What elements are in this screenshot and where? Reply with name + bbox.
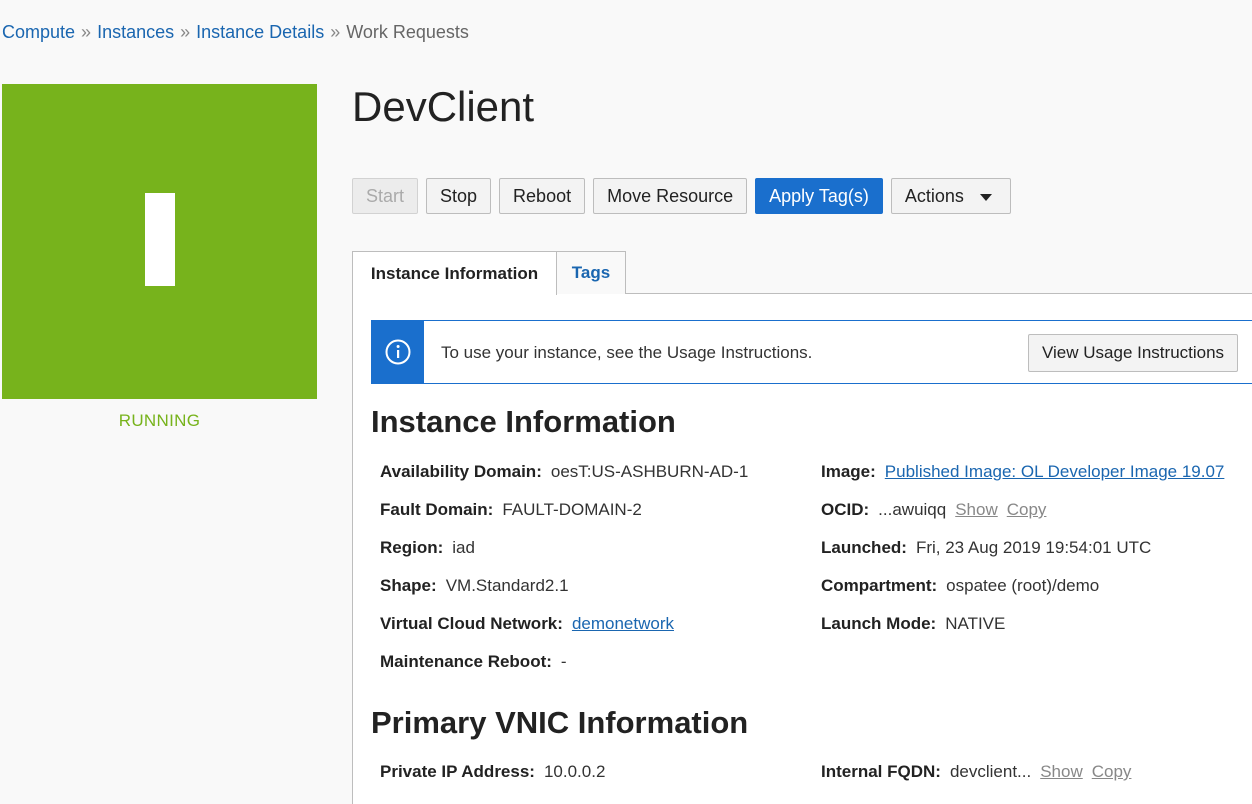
field-value: ...awuiqq (878, 500, 947, 519)
fqdn-show-link[interactable]: Show (1040, 762, 1083, 781)
breadcrumb-separator: » (81, 22, 92, 42)
tab-instance-information[interactable]: Instance Information (352, 251, 557, 295)
field-label: Maintenance Reboot: (380, 652, 552, 671)
tab-tags[interactable]: Tags (557, 251, 626, 294)
view-usage-instructions-button[interactable]: View Usage Instructions (1028, 334, 1239, 372)
actions-label: Actions (904, 185, 964, 206)
image-field: Image: Published Image: OL Developer Imag… (821, 462, 1224, 482)
breadcrumb-instances[interactable]: Instances (97, 22, 174, 42)
field-label: OCID: (821, 500, 870, 519)
field-value: oesT:US-ASHBURN-AD-1 (550, 462, 749, 481)
region-field: Region: iad (380, 538, 475, 558)
ocid-show-link[interactable]: Show (955, 500, 998, 519)
launched-field: Launched: Fri, 23 Aug 2019 19:54:01 UTC (821, 538, 1151, 558)
instance-information-heading: Instance Information (371, 404, 676, 439)
private-ip-field: Private IP Address: 10.0.0.2 (380, 762, 605, 782)
banner-icon-box (372, 321, 424, 383)
fault-domain-field: Fault Domain: FAULT-DOMAIN-2 (380, 500, 642, 520)
instance-status-tile (2, 84, 317, 399)
actions-dropdown[interactable]: Actions (890, 178, 1011, 214)
reboot-button[interactable]: Reboot (499, 178, 586, 214)
breadcrumb-separator: » (330, 22, 341, 42)
shape-field: Shape: VM.Standard2.1 (380, 576, 569, 596)
caret-down-icon (979, 193, 992, 201)
field-value: ospatee (root)/demo (946, 576, 1100, 595)
field-label: Region: (380, 538, 444, 557)
field-value: iad (452, 538, 475, 557)
status-label: RUNNING (118, 411, 201, 430)
launch-mode-field: Launch Mode: NATIVE (821, 614, 1005, 634)
apply-tags-button[interactable]: Apply Tag(s) (755, 178, 883, 214)
field-label: Launched: (821, 538, 907, 557)
breadcrumb: Compute» Instances» Instance Details» Work … (2, 22, 469, 43)
field-value: NATIVE (945, 614, 1006, 633)
action-toolbar: Start Stop Reboot Move Resource Apply Ta… (352, 178, 1011, 214)
instance-glyph-icon (145, 193, 175, 286)
move-resource-button[interactable]: Move Resource (593, 178, 748, 214)
compartment-field: Compartment: ospatee (root)/demo (821, 576, 1099, 596)
maintenance-reboot-field: Maintenance Reboot: - (380, 652, 567, 672)
vcn-link[interactable]: demonetwork (572, 614, 674, 633)
field-label: Image: (821, 462, 876, 481)
ocid-field: OCID: ...awuiqq Show Copy (821, 500, 1046, 520)
field-value: 10.0.0.2 (543, 762, 606, 781)
field-value: devclient... (949, 762, 1032, 781)
field-label: Internal FQDN: (821, 762, 941, 781)
field-value: FAULT-DOMAIN-2 (502, 500, 642, 519)
field-value: VM.Standard2.1 (445, 576, 569, 595)
ocid-copy-link[interactable]: Copy (1007, 500, 1047, 519)
field-label: Shape: (380, 576, 437, 595)
breadcrumb-instance-details[interactable]: Instance Details (196, 22, 324, 42)
vcn-field: Virtual Cloud Network: demonetwork (380, 614, 674, 634)
field-label: Fault Domain: (380, 500, 494, 519)
stop-button[interactable]: Stop (426, 178, 492, 214)
breadcrumb-separator: » (180, 22, 191, 42)
field-label: Availability Domain: (380, 462, 542, 481)
availability-domain-field: Availability Domain: oesT:US-ASHBURN-AD-1 (380, 462, 748, 482)
start-button[interactable]: Start (352, 178, 419, 214)
page-title: DevClient (352, 83, 535, 130)
banner-text: To use your instance, see the Usage Inst… (441, 343, 813, 362)
breadcrumb-current: Work Requests (346, 22, 469, 42)
fqdn-copy-link[interactable]: Copy (1092, 762, 1132, 781)
image-link[interactable]: Published Image: OL Developer Image 19.0… (885, 462, 1225, 481)
primary-vnic-heading: Primary VNIC Information (371, 705, 749, 740)
info-icon (385, 339, 411, 365)
field-label: Compartment: (821, 576, 938, 595)
breadcrumb-compute[interactable]: Compute (2, 22, 75, 42)
field-value: - (560, 652, 567, 671)
field-label: Launch Mode: (821, 614, 937, 633)
field-label: Virtual Cloud Network: (380, 614, 563, 633)
field-value: Fri, 23 Aug 2019 19:54:01 UTC (915, 538, 1152, 557)
field-label: Private IP Address: (380, 762, 535, 781)
usage-banner: To use your instance, see the Usage Inst… (371, 320, 1252, 384)
internal-fqdn-field: Internal FQDN: devclient... Show Copy (821, 762, 1131, 782)
